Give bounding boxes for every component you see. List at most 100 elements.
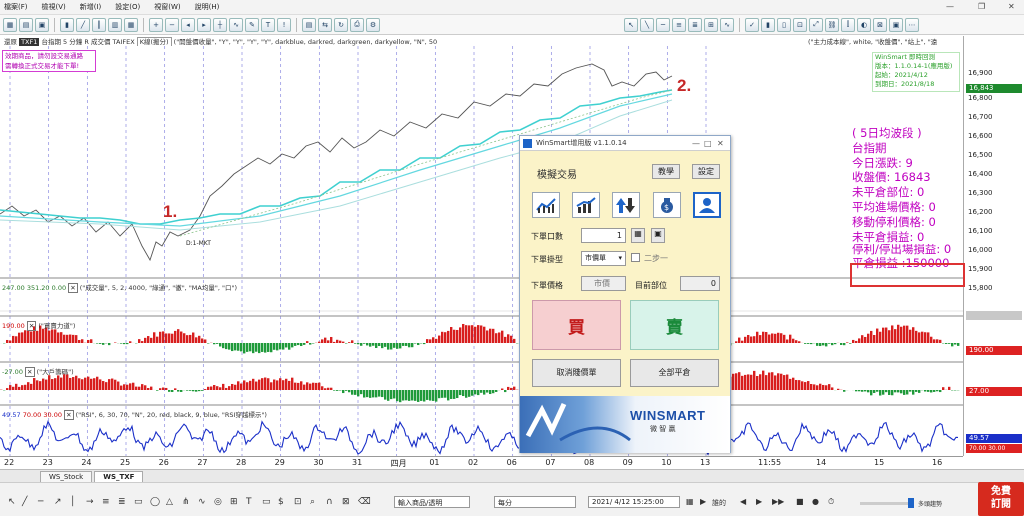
- close-indicator-icon[interactable]: ✕: [25, 367, 35, 377]
- symbol-select[interactable]: 輸入商品/透明: [394, 496, 470, 508]
- calculator-icon[interactable]: ▦: [631, 228, 645, 243]
- magnet-tool-icon[interactable]: ∩: [326, 497, 333, 507]
- table-icon[interactable]: ▥: [108, 17, 122, 32]
- save-icon[interactable]: ▣: [35, 17, 49, 32]
- menu-view[interactable]: 檢視(V): [42, 2, 66, 12]
- menu-window[interactable]: 視窗(W): [154, 2, 180, 12]
- fib-icon[interactable]: ≣: [688, 17, 702, 32]
- money-bag-icon[interactable]: $: [653, 192, 681, 218]
- fib-tool-icon[interactable]: ≣: [118, 497, 126, 507]
- sync-label[interactable]: 誰的: [712, 498, 726, 508]
- channel-tool-icon[interactable]: ≡: [102, 497, 110, 507]
- close-indicator-icon[interactable]: ✕: [68, 283, 78, 293]
- gann-tool-icon[interactable]: ⊞: [230, 497, 238, 507]
- close-all-positions-button[interactable]: 全部平倉: [630, 359, 719, 387]
- settings-button[interactable]: 設定: [692, 164, 720, 179]
- check-icon[interactable]: ✓: [745, 17, 759, 32]
- step-forward-icon[interactable]: ▶: [756, 497, 762, 506]
- cancel-all-orders-button[interactable]: 取消賤價單: [532, 359, 621, 387]
- datetime-field[interactable]: 2021/ 4/12 15:25:00: [588, 496, 680, 508]
- compare-icon[interactable]: ⇆: [318, 17, 332, 32]
- hline-icon[interactable]: ─: [656, 17, 670, 32]
- note-tool-icon[interactable]: ▭: [262, 497, 271, 507]
- channel-icon[interactable]: ≡: [672, 17, 686, 32]
- user-account-icon[interactable]: [693, 192, 721, 218]
- wave-icon[interactable]: ∿: [720, 17, 734, 32]
- buy-button[interactable]: 買: [532, 300, 621, 350]
- lock-icon[interactable]: ⊠: [873, 17, 887, 32]
- alert-icon[interactable]: !: [277, 17, 291, 32]
- close-button[interactable]: ✕: [1008, 2, 1015, 11]
- text-icon[interactable]: T: [261, 17, 275, 32]
- scroll-right-icon[interactable]: ▸: [197, 17, 211, 32]
- wave-tool-icon[interactable]: ∿: [198, 497, 206, 507]
- trendline-icon[interactable]: ╲: [640, 17, 654, 32]
- info-restore[interactable]: 還原: [4, 38, 17, 46]
- fast-forward-icon[interactable]: ▶▶: [772, 497, 784, 506]
- triangle-tool-icon[interactable]: △: [166, 497, 173, 507]
- zoom-out-icon[interactable]: −: [165, 17, 179, 32]
- scroll-left-icon[interactable]: ◂: [181, 17, 195, 32]
- new-chart-icon[interactable]: ▦: [3, 17, 17, 32]
- menu-settings[interactable]: 設定(O): [115, 2, 140, 12]
- sheet-tab-ws-stock[interactable]: WS_Stock: [40, 471, 93, 482]
- cursor-icon[interactable]: ↖: [624, 17, 638, 32]
- close-indicator-icon[interactable]: ✕: [64, 410, 74, 420]
- text-tool-icon[interactable]: T: [246, 497, 252, 507]
- tick-chart-icon[interactable]: ▮: [761, 17, 775, 32]
- settings-icon[interactable]: ⚙: [366, 17, 380, 32]
- zoom-tool-icon[interactable]: ⌕: [310, 497, 315, 507]
- line-tool-icon[interactable]: ╱: [22, 497, 27, 507]
- line-chart-icon[interactable]: ╱: [76, 17, 90, 32]
- restore-button[interactable]: ❐: [978, 2, 985, 11]
- up-down-arrow-icon[interactable]: [612, 192, 640, 218]
- grid-icon[interactable]: ▦: [124, 17, 138, 32]
- play-icon[interactable]: ▶: [700, 497, 706, 506]
- period-select[interactable]: 每分: [494, 496, 576, 508]
- pointer-icon[interactable]: ↖: [8, 497, 16, 507]
- candle-icon[interactable]: ┃: [92, 17, 106, 32]
- dialog-titlebar[interactable]: WinSmart增用版 v1.1.0.14 — □ ✕: [520, 136, 730, 151]
- menu-insert[interactable]: 新增(I): [80, 2, 102, 12]
- lock-tool-icon[interactable]: ⊠: [342, 497, 350, 507]
- chart-plot-area[interactable]: [0, 46, 963, 456]
- calendar-icon[interactable]: ▦: [686, 497, 694, 506]
- link-icon[interactable]: ⛓: [825, 17, 839, 32]
- color-icon[interactable]: ◐: [857, 17, 871, 32]
- sheet-tab-ws-txf[interactable]: WS_TXF: [94, 471, 144, 482]
- dialog-maximize-icon[interactable]: □: [704, 136, 712, 151]
- free-subscribe-button[interactable]: 免費 訂閱: [978, 482, 1024, 516]
- indicator-icon[interactable]: ∿: [229, 17, 243, 32]
- dialog-minimize-icon[interactable]: —: [692, 136, 700, 151]
- volume-icon[interactable]: ▯: [777, 17, 791, 32]
- measure-tool-icon[interactable]: ⊡: [294, 497, 302, 507]
- chart-growth-icon[interactable]: [572, 192, 600, 218]
- expand-icon[interactable]: ⤢: [809, 17, 823, 32]
- zoom-fit-icon[interactable]: ⊡: [793, 17, 807, 32]
- minimize-button[interactable]: —: [946, 2, 954, 11]
- ellipse-tool-icon[interactable]: ◯: [150, 497, 160, 507]
- speed-slider[interactable]: [860, 502, 914, 505]
- teach-button[interactable]: 教學: [652, 164, 680, 179]
- menu-help[interactable]: 說明(H): [195, 2, 220, 12]
- snapshot-icon[interactable]: ▣: [889, 17, 903, 32]
- more-icon[interactable]: ⋯: [905, 17, 919, 32]
- speed-icon[interactable]: ⏱: [828, 497, 834, 507]
- split-icon[interactable]: ⫿: [841, 17, 855, 32]
- print-icon[interactable]: ⎙: [350, 17, 364, 32]
- zoom-in-icon[interactable]: +: [149, 17, 163, 32]
- chart-bar-icon[interactable]: [532, 192, 560, 218]
- stop-icon[interactable]: ■: [796, 497, 804, 506]
- order-type-select[interactable]: 市價單 ▾: [581, 251, 626, 266]
- two-step-checkbox[interactable]: [631, 253, 640, 262]
- hline-tool-icon[interactable]: ─: [38, 497, 43, 507]
- refresh-icon[interactable]: ↻: [334, 17, 348, 32]
- bar-chart-icon[interactable]: ▮: [60, 17, 74, 32]
- menu-file[interactable]: 檔案(F): [4, 2, 28, 12]
- crosshair-icon[interactable]: ┼: [213, 17, 227, 32]
- ray-tool-icon[interactable]: ↗: [54, 497, 62, 507]
- measure-icon[interactable]: ⊞: [704, 17, 718, 32]
- dialog-close-icon[interactable]: ✕: [717, 136, 724, 151]
- arrow-tool-icon[interactable]: →: [86, 497, 94, 507]
- open-icon[interactable]: ▤: [19, 17, 33, 32]
